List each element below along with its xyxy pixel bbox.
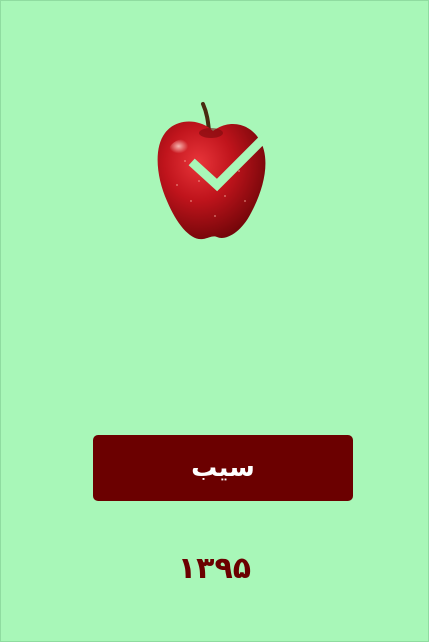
apple-check-image bbox=[155, 101, 271, 246]
answer-word-button[interactable]: سیب bbox=[93, 435, 353, 501]
app-screen: سیب ۱۳۹۵ bbox=[0, 0, 429, 642]
year-label: ۱۳۹۵ bbox=[177, 551, 252, 586]
apple-icon bbox=[157, 102, 271, 240]
